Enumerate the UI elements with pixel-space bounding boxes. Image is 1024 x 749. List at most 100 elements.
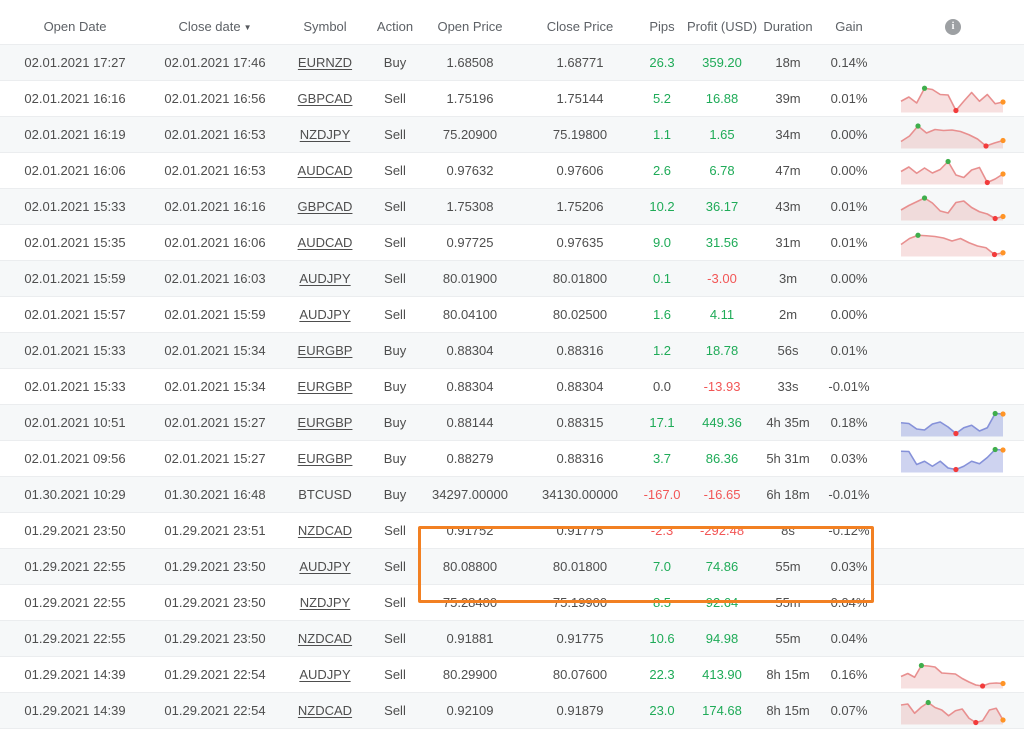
table-row[interactable]: 02.01.2021 16:06 02.01.2021 16:53 AUDCAD… — [0, 153, 1024, 189]
column-header-close-price[interactable]: Close Price — [520, 20, 640, 35]
cell-duration: 47m — [760, 163, 816, 178]
cell-pips: 9.0 — [640, 235, 684, 250]
cell-action: Sell — [370, 235, 420, 250]
cell-open-price: 75.20900 — [420, 127, 520, 142]
cell-open-date: 02.01.2021 16:06 — [0, 163, 150, 178]
cell-open-price: 0.91752 — [420, 523, 520, 538]
cell-duration: 5h 31m — [760, 451, 816, 466]
cell-profit: 4.11 — [684, 307, 760, 322]
cell-close-date: 02.01.2021 16:53 — [150, 127, 280, 142]
sort-desc-icon: ▼ — [244, 23, 252, 32]
table-row[interactable]: 01.29.2021 22:55 01.29.2021 23:50 AUDJPY… — [0, 549, 1024, 585]
cell-close-price: 80.07600 — [520, 667, 640, 682]
column-header-action[interactable]: Action — [370, 20, 420, 35]
table-row[interactable]: 02.01.2021 17:27 02.01.2021 17:46 EURNZD… — [0, 45, 1024, 81]
column-header-symbol[interactable]: Symbol — [280, 20, 370, 35]
sparkline-chart — [898, 120, 1006, 150]
cell-open-date: 01.30.2021 10:29 — [0, 487, 150, 502]
table-row[interactable]: 01.29.2021 22:55 01.29.2021 23:50 NZDJPY… — [0, 585, 1024, 621]
symbol-link[interactable]: EURGBP — [298, 343, 353, 358]
cell-symbol: AUDJPY — [280, 271, 370, 286]
symbol-link[interactable]: AUDJPY — [299, 271, 350, 286]
table-row[interactable]: 02.01.2021 15:59 02.01.2021 16:03 AUDJPY… — [0, 261, 1024, 297]
cell-profit: 1.65 — [684, 127, 760, 142]
sparkline-chart — [898, 696, 1006, 726]
symbol-link[interactable]: NZDCAD — [298, 703, 352, 718]
table-row[interactable]: 02.01.2021 15:35 02.01.2021 16:06 AUDCAD… — [0, 225, 1024, 261]
symbol-link[interactable]: NZDCAD — [298, 523, 352, 538]
table-row[interactable]: 02.01.2021 15:33 02.01.2021 15:34 EURGBP… — [0, 369, 1024, 405]
symbol-link[interactable]: AUDJPY — [299, 307, 350, 322]
table-row[interactable]: 02.01.2021 15:33 02.01.2021 16:16 GBPCAD… — [0, 189, 1024, 225]
symbol-link[interactable]: NZDJPY — [300, 595, 351, 610]
symbol-link[interactable]: EURGBP — [298, 379, 353, 394]
symbol-link[interactable]: AUDCAD — [298, 235, 353, 250]
table-row[interactable]: 01.29.2021 14:39 01.29.2021 22:54 NZDCAD… — [0, 693, 1024, 729]
table-row[interactable]: 01.30.2021 10:29 01.30.2021 16:48 BTCUSD… — [0, 477, 1024, 513]
cell-action: Sell — [370, 631, 420, 646]
cell-open-price: 80.04100 — [420, 307, 520, 322]
column-header-pips[interactable]: Pips — [640, 20, 684, 35]
cell-gain: 0.16% — [816, 667, 882, 682]
symbol-link[interactable]: GBPCAD — [298, 199, 353, 214]
symbol-link[interactable]: EURNZD — [298, 55, 352, 70]
cell-profit: 413.90 — [684, 667, 760, 682]
column-header-open-price[interactable]: Open Price — [420, 20, 520, 35]
cell-open-price: 1.68508 — [420, 55, 520, 70]
symbol-link[interactable]: AUDJPY — [299, 559, 350, 574]
cell-profit: -16.65 — [684, 487, 760, 502]
table-row[interactable]: 01.29.2021 22:55 01.29.2021 23:50 NZDCAD… — [0, 621, 1024, 657]
cell-pips: 23.0 — [640, 703, 684, 718]
column-header-duration[interactable]: Duration — [760, 20, 816, 35]
table-row[interactable]: 02.01.2021 16:19 02.01.2021 16:53 NZDJPY… — [0, 117, 1024, 153]
symbol-link[interactable]: AUDJPY — [299, 667, 350, 682]
cell-gain: -0.01% — [816, 379, 882, 394]
cell-pips: 2.6 — [640, 163, 684, 178]
cell-pips: 1.2 — [640, 343, 684, 358]
cell-gain: 0.01% — [816, 343, 882, 358]
column-header-profit[interactable]: Profit (USD) — [684, 20, 760, 35]
table-row[interactable]: 01.29.2021 23:50 01.29.2021 23:51 NZDCAD… — [0, 513, 1024, 549]
column-header-open-date[interactable]: Open Date — [0, 20, 150, 35]
table-row[interactable]: 02.01.2021 15:33 02.01.2021 15:34 EURGBP… — [0, 333, 1024, 369]
cell-action: Buy — [370, 343, 420, 358]
column-header-gain[interactable]: Gain — [816, 20, 882, 35]
cell-gain: 0.00% — [816, 271, 882, 286]
symbol-link[interactable]: AUDCAD — [298, 163, 353, 178]
info-icon[interactable]: i — [945, 19, 961, 35]
symbol-link[interactable]: GBPCAD — [298, 91, 353, 106]
table-row[interactable]: 01.29.2021 14:39 01.29.2021 22:54 AUDJPY… — [0, 657, 1024, 693]
cell-action: Sell — [370, 199, 420, 214]
table-row[interactable]: 02.01.2021 16:16 02.01.2021 16:56 GBPCAD… — [0, 81, 1024, 117]
symbol-link[interactable]: NZDJPY — [300, 127, 351, 142]
cell-chart — [882, 444, 1024, 474]
cell-open-price: 0.97632 — [420, 163, 520, 178]
table-row[interactable]: 02.01.2021 15:57 02.01.2021 15:59 AUDJPY… — [0, 297, 1024, 333]
cell-close-price: 0.88316 — [520, 343, 640, 358]
column-header-close-date[interactable]: Close date▼ — [150, 20, 280, 35]
cell-profit: 74.86 — [684, 559, 760, 574]
cell-pips: 0.0 — [640, 379, 684, 394]
symbol-link[interactable]: NZDCAD — [298, 631, 352, 646]
table-row[interactable]: 02.01.2021 09:56 02.01.2021 15:27 EURGBP… — [0, 441, 1024, 477]
cell-pips: 7.0 — [640, 559, 684, 574]
symbol-link[interactable]: EURGBP — [298, 451, 353, 466]
cell-close-price: 0.91775 — [520, 631, 640, 646]
cell-action: Sell — [370, 307, 420, 322]
sparkline-chart — [898, 228, 1006, 258]
cell-close-date: 02.01.2021 15:27 — [150, 415, 280, 430]
cell-close-price: 0.97635 — [520, 235, 640, 250]
cell-close-price: 75.19800 — [520, 127, 640, 142]
cell-duration: 55m — [760, 559, 816, 574]
table-row[interactable]: 02.01.2021 10:51 02.01.2021 15:27 EURGBP… — [0, 405, 1024, 441]
cell-open-date: 02.01.2021 15:57 — [0, 307, 150, 322]
cell-close-price: 0.88315 — [520, 415, 640, 430]
symbol-link[interactable]: EURGBP — [298, 415, 353, 430]
cell-pips: -167.0 — [640, 487, 684, 502]
cell-close-date: 02.01.2021 16:56 — [150, 91, 280, 106]
cell-open-date: 01.29.2021 22:55 — [0, 595, 150, 610]
cell-open-date: 02.01.2021 09:56 — [0, 451, 150, 466]
cell-symbol: AUDCAD — [280, 235, 370, 250]
sparkline-chart — [898, 84, 1006, 114]
cell-duration: 18m — [760, 55, 816, 70]
